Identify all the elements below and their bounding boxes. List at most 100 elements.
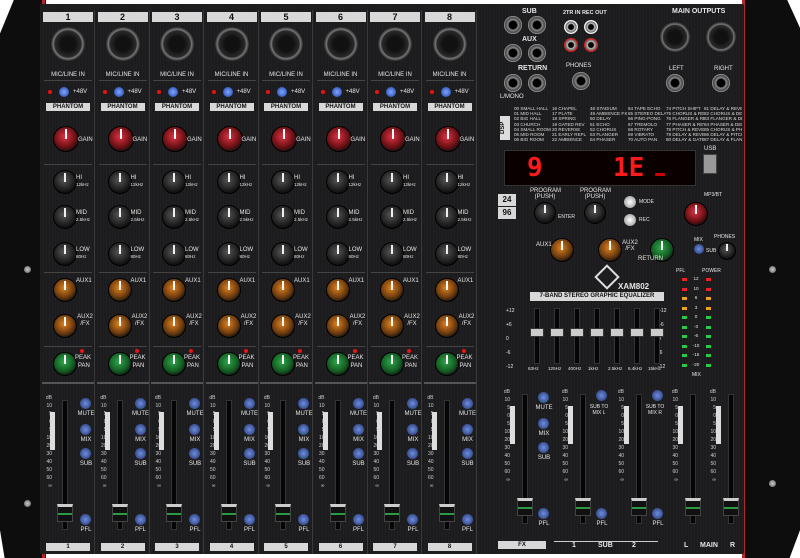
channel-fader[interactable] [438,504,455,522]
eq-low-knob[interactable] [271,242,295,266]
pan-knob[interactable] [325,352,350,376]
aux1-knob[interactable] [216,278,241,302]
phantom-48v-button[interactable] [113,87,124,97]
main-right-jack[interactable] [712,74,730,92]
fx-master-fader[interactable] [517,498,533,516]
sub-button[interactable] [80,448,91,459]
eq-hi-knob[interactable] [107,170,132,194]
mute-button[interactable] [461,398,473,409]
eq-mid-knob[interactable] [216,205,241,229]
aux2-fx-knob[interactable] [162,314,186,338]
gain-knob[interactable] [380,126,406,152]
sub2-master-fader[interactable] [631,498,647,516]
phantom-48v-button[interactable] [277,87,287,97]
mute-button[interactable] [352,398,364,409]
eq-low-knob[interactable] [107,242,132,266]
eq-band-slider[interactable] [570,328,584,337]
mix-button[interactable] [134,424,146,435]
eq-hi-knob[interactable] [216,170,241,194]
gain-knob[interactable] [434,126,461,152]
eq-mid-knob[interactable] [325,205,350,229]
sub-output-left-jack[interactable] [504,16,522,34]
eq-band-slider[interactable] [550,328,564,337]
sub-button[interactable] [461,448,473,459]
pfl-button[interactable] [352,514,364,525]
aux2-fx-knob[interactable] [434,314,459,338]
eq-mid-knob[interactable] [53,205,77,229]
channel-fader[interactable] [57,504,73,522]
channel-fader[interactable] [166,504,182,522]
sub2-master-pfl-button[interactable] [652,508,663,519]
phantom-48v-button[interactable] [331,87,342,97]
sub-button[interactable] [407,448,418,459]
eq-hi-knob[interactable] [53,170,77,194]
eq-mid-knob[interactable] [162,205,186,229]
usb-port-icon[interactable] [703,154,717,174]
phantom-48v-button[interactable] [440,87,451,97]
phantom-48v-button[interactable] [222,87,233,97]
mp3-bt-level-knob[interactable] [684,202,708,226]
channel-fader[interactable] [275,504,291,522]
main-left-xlr-icon[interactable] [660,22,690,52]
pan-knob[interactable] [380,352,404,376]
aux2-fx-knob[interactable] [216,314,241,338]
eq-hi-knob[interactable] [162,170,186,194]
xlr-combo-input-icon[interactable] [432,27,467,61]
eq-mid-knob[interactable] [107,205,132,229]
aux1-knob[interactable] [53,278,77,302]
rec-out-left-rca[interactable] [584,20,598,34]
program2-encoder[interactable] [584,202,606,224]
eq-hi-knob[interactable] [434,170,459,194]
sub-button[interactable] [189,448,200,459]
sub-button[interactable] [298,448,309,459]
phones-level-knob[interactable] [718,242,736,260]
channel-fader[interactable] [220,504,237,522]
aux2-fx-knob[interactable] [380,314,404,338]
mix-button[interactable] [298,424,309,435]
phones-output-jack[interactable] [572,72,590,90]
aux2-output-jack[interactable] [528,44,546,62]
gain-knob[interactable] [53,126,79,152]
mix-button[interactable] [407,424,418,435]
channel-fader[interactable] [384,504,400,522]
aux1-knob[interactable] [107,278,132,302]
aux1-knob[interactable] [325,278,350,302]
mix-button[interactable] [243,424,255,435]
eq-low-knob[interactable] [380,242,404,266]
aux1-knob[interactable] [434,278,459,302]
main-left-master-fader[interactable] [685,498,701,516]
aux2-fx-knob[interactable] [107,314,132,338]
mode-button[interactable] [624,196,636,208]
mix-button[interactable] [189,424,200,435]
eq-band-slider[interactable] [610,328,624,337]
fx-pfl-button[interactable] [538,508,549,519]
eq-low-knob[interactable] [325,242,350,266]
phantom-48v-button[interactable] [168,87,178,97]
sub1-master-assign-button[interactable] [596,390,607,401]
phantom-48v-button[interactable] [59,87,69,97]
eq-band-slider[interactable] [630,328,644,337]
gain-knob[interactable] [107,126,134,152]
aux1-knob[interactable] [162,278,186,302]
eq-band-slider[interactable] [530,328,544,337]
mix-button[interactable] [80,424,91,435]
aux2-fx-knob[interactable] [271,314,295,338]
mute-button[interactable] [243,398,255,409]
tape-in-right-rca[interactable] [564,38,578,52]
pfl-button[interactable] [407,514,418,525]
sub-output-right-jack[interactable] [528,16,546,34]
mute-button[interactable] [134,398,146,409]
pan-knob[interactable] [216,352,241,376]
gain-knob[interactable] [162,126,188,152]
pan-knob[interactable] [434,352,459,376]
rec-out-right-rca[interactable] [584,38,598,52]
fx-mute-button[interactable] [538,392,549,403]
program1-encoder[interactable] [534,202,556,224]
pan-knob[interactable] [271,352,295,376]
pan-knob[interactable] [107,352,132,376]
mute-button[interactable] [189,398,200,409]
eq-mid-knob[interactable] [271,205,295,229]
eq-mid-knob[interactable] [434,205,459,229]
eq-low-knob[interactable] [162,242,186,266]
xlr-combo-input-icon[interactable] [323,27,358,61]
